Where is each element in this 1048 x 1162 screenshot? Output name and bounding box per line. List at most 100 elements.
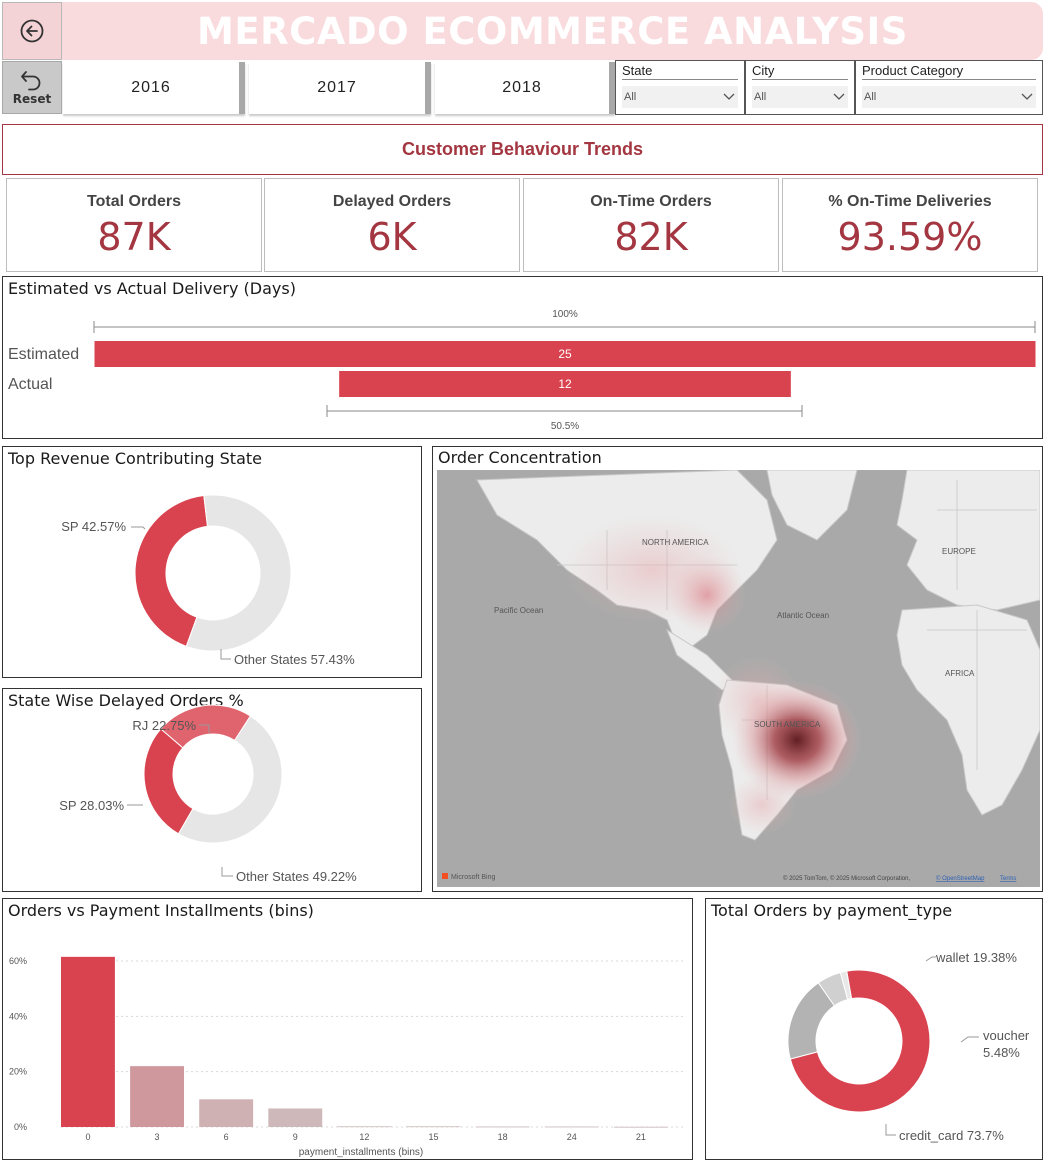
dashboard-title: MERCADO ECOMMERCE ANALYSIS bbox=[197, 9, 908, 53]
bar-18 bbox=[475, 1126, 530, 1128]
kpi-card-delayed-orders: Delayed Orders 6K bbox=[264, 178, 520, 272]
bar-data-label: 25 bbox=[558, 347, 572, 361]
y-tick-label: 60% bbox=[9, 956, 27, 966]
chevron-down-icon bbox=[1021, 93, 1033, 100]
world-map: NORTH AMERICA EUROPE Pacific Ocean Atlan… bbox=[442, 470, 1040, 882]
section-title: Customer Behaviour Trends bbox=[401, 139, 644, 159]
kpi-value: 93.59% bbox=[837, 215, 983, 259]
bottom-pct-label: 50.5% bbox=[551, 421, 579, 432]
top-revenue-state-panel: Top Revenue Contributing State SP 42.57%… bbox=[2, 446, 422, 678]
kpi-card-pct-on-time: % On-Time Deliveries 93.59% bbox=[782, 178, 1038, 272]
category-dropdown-value: All bbox=[864, 91, 877, 103]
donut-slices bbox=[787, 969, 931, 1113]
product-category-slicer[interactable]: Product Category All bbox=[855, 60, 1043, 115]
installments-bar-chart: 0% 20% 40% 60% 0 3 6 9 12 15 18 24 21 payment_insta… bbox=[9, 956, 683, 1158]
back-button[interactable] bbox=[2, 2, 62, 60]
order-concentration-panel: Order Concentration NORTH AMERICA EUROPE… bbox=[432, 446, 1043, 892]
kpi-card-total-orders: Total Orders 87K bbox=[6, 178, 262, 272]
bar-12 bbox=[337, 1126, 392, 1128]
kpi-label: On-Time Orders bbox=[590, 193, 712, 210]
state-dropdown[interactable]: All bbox=[622, 86, 738, 108]
donut-slices bbox=[134, 494, 292, 652]
leader-line bbox=[925, 956, 936, 962]
year-button-2017[interactable]: 2017 bbox=[249, 62, 431, 114]
y-tick-label: 20% bbox=[9, 1067, 27, 1077]
x-axis-label: payment_installments (bins) bbox=[299, 1147, 424, 1158]
x-tick-labels: 0 3 6 9 12 15 18 24 21 bbox=[85, 1132, 645, 1142]
kpi-value: 6K bbox=[367, 215, 417, 259]
category-slicer-label: Product Category bbox=[862, 63, 1036, 80]
city-dropdown[interactable]: All bbox=[752, 86, 848, 108]
bars bbox=[61, 956, 668, 1128]
actual-label: Actual bbox=[8, 376, 52, 393]
estimated-label: Estimated bbox=[8, 346, 79, 363]
chevron-down-icon bbox=[723, 93, 735, 100]
osm-link[interactable]: © OpenStreetMap bbox=[936, 875, 985, 882]
x-tick-label: 18 bbox=[498, 1132, 508, 1142]
kpi-label: Total Orders bbox=[87, 193, 181, 210]
heat-south-america-south bbox=[727, 775, 797, 835]
bar-24 bbox=[544, 1126, 599, 1128]
city-slicer-label: City bbox=[752, 63, 848, 80]
year-button-2018[interactable]: 2018 bbox=[435, 62, 615, 114]
panel-title: Order Concentration bbox=[438, 448, 602, 467]
reset-label: Reset bbox=[12, 92, 52, 106]
state-delayed-orders-panel: State Wise Delayed Orders % RJ 22.75% SP… bbox=[2, 688, 422, 892]
city-slicer[interactable]: City All bbox=[745, 60, 855, 115]
delivery-bars: 25 12 bbox=[94, 341, 1036, 397]
year-label: 2018 bbox=[502, 79, 542, 96]
section-header: Customer Behaviour Trends bbox=[2, 124, 1043, 175]
label-sp: SP 28.03% bbox=[59, 798, 124, 813]
x-tick-label: 0 bbox=[85, 1132, 90, 1142]
payment-type-panel: Total Orders by payment_type wallet 19.3… bbox=[705, 898, 1043, 1160]
leader-line bbox=[960, 1036, 979, 1043]
label-credit-card: credit_card 73.7% bbox=[899, 1128, 1004, 1143]
circle-arrow-left-icon bbox=[20, 19, 44, 43]
x-tick-label: 6 bbox=[224, 1132, 229, 1142]
label-voucher-2: 5.48% bbox=[983, 1045, 1020, 1060]
year-button-2016[interactable]: 2016 bbox=[63, 62, 245, 114]
x-tick-label: 24 bbox=[567, 1132, 577, 1142]
year-label: 2016 bbox=[131, 79, 171, 96]
city-dropdown-value: All bbox=[754, 91, 767, 103]
label-sp: SP 42.57% bbox=[61, 519, 126, 534]
top-pct-label: 100% bbox=[552, 309, 578, 320]
label-other: Other States 57.43% bbox=[234, 652, 355, 667]
chevron-down-icon bbox=[833, 93, 845, 100]
africa-land bbox=[896, 604, 1040, 816]
revenue-donut-chart: SP 42.57% Other States 57.43% bbox=[61, 494, 355, 667]
map-copyright: © 2025 TomTom, © 2025 Microsoft Corporat… bbox=[783, 875, 910, 882]
y-tick-label: 0% bbox=[14, 1122, 27, 1132]
terms-link[interactable]: Terms bbox=[1000, 876, 1016, 882]
bar-data-label: 12 bbox=[558, 377, 572, 391]
bar-9 bbox=[268, 1108, 323, 1127]
map-label-north-america: NORTH AMERICA bbox=[642, 538, 709, 547]
kpi-value: 82K bbox=[614, 215, 688, 259]
x-tick-label: 21 bbox=[636, 1132, 646, 1142]
map-label-south-america: SOUTH AMERICA bbox=[754, 720, 821, 729]
label-voucher-1: voucher bbox=[983, 1028, 1030, 1043]
map[interactable]: NORTH AMERICA EUROPE Pacific Ocean Atlan… bbox=[437, 470, 1040, 887]
map-label-atlantic: Atlantic Ocean bbox=[777, 611, 829, 620]
kpi-value: 87K bbox=[97, 215, 171, 259]
europe-land bbox=[896, 470, 1040, 611]
category-dropdown[interactable]: All bbox=[862, 86, 1036, 108]
bar-0 bbox=[61, 956, 115, 1127]
x-tick-label: 15 bbox=[429, 1132, 439, 1142]
reset-button[interactable]: Reset bbox=[2, 61, 62, 114]
kpi-label: % On-Time Deliveries bbox=[828, 193, 992, 210]
bar-15 bbox=[406, 1126, 461, 1128]
label-wallet: wallet 19.38% bbox=[935, 950, 1017, 965]
kpi-card-on-time-orders: On-Time Orders 82K bbox=[523, 178, 779, 272]
bing-logo-text: Microsoft Bing bbox=[451, 874, 495, 881]
delivery-bar-chart: 100% Estimated Actual 25 12 50.5% bbox=[8, 309, 1036, 432]
map-label-pacific: Pacific Ocean bbox=[494, 606, 543, 615]
bar-3 bbox=[130, 1066, 185, 1127]
label-other: Other States 49.22% bbox=[236, 869, 357, 884]
state-dropdown-value: All bbox=[624, 91, 637, 103]
bing-logo-icon bbox=[442, 873, 448, 879]
leader-line bbox=[221, 867, 233, 877]
x-tick-label: 9 bbox=[293, 1132, 298, 1142]
state-slicer[interactable]: State All bbox=[615, 60, 745, 115]
payment-donut-chart: wallet 19.38% voucher 5.48% credit_card … bbox=[787, 950, 1030, 1143]
